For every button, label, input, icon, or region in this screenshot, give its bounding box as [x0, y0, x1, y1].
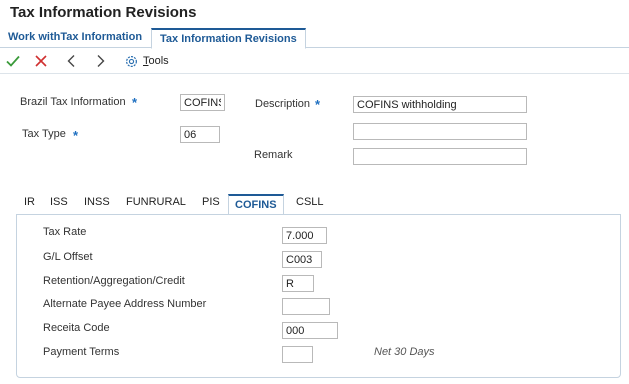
receita-code-label: Receita Code [43, 322, 110, 334]
top-tab-strip: Work withTax Information Tax Information… [0, 26, 629, 49]
retention-field[interactable] [282, 275, 314, 292]
tab-work-with-tax-information[interactable]: Work withTax Information [0, 28, 150, 48]
checkmark-icon [6, 55, 20, 67]
brazil-tax-information-field[interactable] [180, 94, 225, 111]
title-bar: Tax Information Revisions [0, 0, 629, 26]
tab-ir[interactable]: IR [24, 196, 35, 208]
tools-menu-button[interactable]: Tools [124, 53, 169, 69]
tools-label: Tools [143, 55, 169, 67]
tools-label-text: ools [148, 55, 169, 67]
remark-label: Remark [254, 149, 293, 161]
gl-offset-field[interactable] [282, 251, 322, 268]
alternate-payee-field[interactable] [282, 298, 330, 315]
required-asterisk: * [315, 97, 321, 112]
ok-button[interactable] [4, 52, 22, 70]
tab-funrural[interactable]: FUNRURAL [126, 196, 186, 208]
remark-field[interactable] [353, 148, 527, 165]
description-label: Description [255, 98, 311, 110]
alternate-payee-label: Alternate Payee Address Number [43, 298, 207, 310]
payment-terms-description: Net 30 Days [374, 346, 435, 358]
gl-offset-label: G/L Offset [43, 251, 93, 263]
x-icon [35, 55, 47, 67]
tax-tab-strip: IR ISS INSS FUNRURAL PIS COFINS CSLL [16, 194, 621, 215]
tax-type-field[interactable] [180, 126, 220, 143]
brazil-tax-information-label: Brazil Tax Information [20, 96, 126, 108]
tax-rate-label: Tax Rate [43, 226, 87, 238]
tab-tax-information-revisions[interactable]: Tax Information Revisions [151, 28, 306, 49]
chevron-right-icon [97, 55, 105, 67]
required-asterisk: * [132, 95, 138, 110]
tab-csll[interactable]: CSLL [296, 196, 324, 208]
tab-iss[interactable]: ISS [50, 196, 68, 208]
payment-terms-field[interactable] [282, 346, 313, 363]
description-field[interactable] [353, 96, 527, 113]
tab-cofins[interactable]: COFINS [228, 194, 284, 215]
tax-rate-field[interactable] [282, 227, 327, 244]
page-title: Tax Information Revisions [10, 4, 197, 21]
tax-type-label: Tax Type [22, 128, 66, 140]
tab-inss[interactable]: INSS [84, 196, 110, 208]
retention-label: Retention/Aggregation/Credit [43, 275, 185, 287]
description-line-2-field[interactable] [353, 123, 527, 140]
tab-pis[interactable]: PIS [202, 196, 220, 208]
receita-code-field[interactable] [282, 322, 338, 339]
previous-button[interactable] [63, 52, 81, 70]
next-button[interactable] [91, 52, 109, 70]
chevron-left-icon [67, 55, 75, 67]
gear-icon [126, 55, 137, 67]
toolbar: Tools [0, 48, 629, 74]
cancel-button[interactable] [32, 52, 50, 70]
payment-terms-label: Payment Terms [43, 346, 120, 358]
required-asterisk: * [73, 128, 79, 143]
